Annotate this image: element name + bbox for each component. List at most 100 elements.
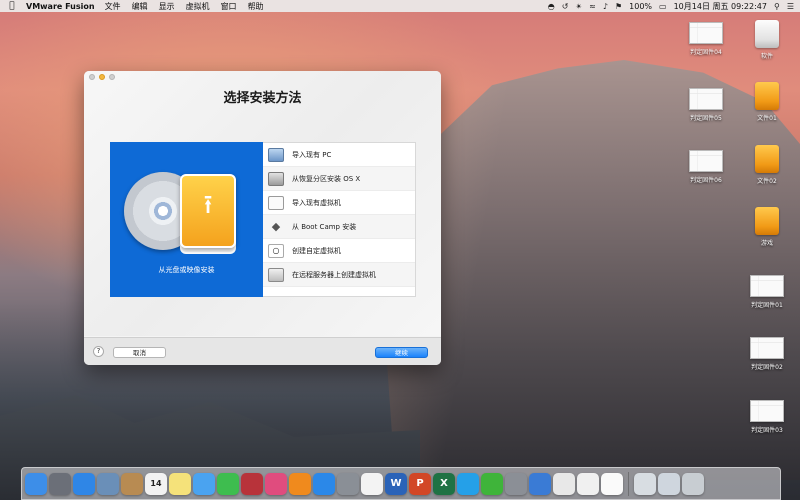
dock-powerpoint-icon[interactable]: P — [409, 472, 431, 495]
battery-icon[interactable]: ▭ — [659, 2, 667, 11]
dock-word-icon[interactable]: W — [385, 472, 407, 495]
dock-script-editor-icon[interactable] — [553, 472, 575, 495]
option-label: 从恢复分区安装 OS X — [292, 174, 361, 183]
desktop-file-icon[interactable]: 判定固件05 — [682, 88, 730, 122]
minimize-button[interactable] — [99, 74, 105, 80]
dock-calendar-icon[interactable]: 14 — [145, 472, 167, 495]
option-remote-server[interactable]: 在远程服务器上创建虚拟机 — [263, 263, 415, 287]
option-custom-vm[interactable]: ○ 创建自定虚拟机 — [263, 239, 415, 263]
dock-trash-icon[interactable] — [682, 472, 704, 495]
document-thumbnail-icon — [689, 150, 723, 172]
menu-edit[interactable]: 编辑 — [132, 1, 148, 12]
dock-itunes-icon[interactable] — [265, 472, 287, 495]
clock[interactable]: 10月14日 周五 09:22:47 — [674, 1, 767, 12]
dock-system-preferences-icon[interactable] — [337, 472, 359, 495]
desktop-icon-label: 游戏 — [760, 240, 773, 247]
document-thumbnail-icon — [750, 337, 784, 359]
menu-file[interactable]: 文件 — [105, 1, 121, 12]
option-boot-camp[interactable]: ◆ 从 Boot Camp 安装 — [263, 215, 415, 239]
option-label: 创建自定虚拟机 — [292, 246, 341, 255]
dock-vmware-fusion-icon[interactable] — [505, 472, 527, 495]
desktop-file-icon[interactable]: 判定固件04 — [682, 22, 730, 56]
document-thumbnail-icon — [689, 88, 723, 110]
bluetooth-icon[interactable]: ✴ — [575, 2, 582, 11]
dock-notes-icon[interactable] — [169, 472, 191, 495]
spotlight-icon[interactable]: ⚲ — [774, 2, 780, 11]
cancel-button[interactable]: 取消 — [113, 347, 166, 358]
dock-preview-icon[interactable] — [97, 472, 119, 495]
help-button[interactable]: ? — [93, 346, 104, 357]
dock-excel-icon[interactable]: X — [433, 472, 455, 495]
continue-button[interactable]: 继续 — [375, 347, 428, 358]
menu-bar:  VMware Fusion 文件 编辑 显示 虚拟机 窗口 帮助 ◓ ↺ ✴… — [0, 0, 800, 12]
dock-finder-icon[interactable] — [25, 472, 47, 495]
dock-app-store-icon[interactable] — [313, 472, 335, 495]
dock-wechat-icon[interactable] — [481, 472, 503, 495]
battery-percent[interactable]: 100% — [629, 2, 652, 11]
titlebar — [84, 71, 441, 83]
desktop-file-icon[interactable]: 判定固件01 — [743, 275, 791, 309]
dock-network-utility-icon[interactable] — [529, 472, 551, 495]
option-install-from-recovery[interactable]: 从恢复分区安装 OS X — [263, 167, 415, 191]
desktop-drive-icon[interactable]: 软件 — [743, 20, 791, 60]
dock-safari-icon[interactable] — [73, 472, 95, 495]
server-icon — [268, 267, 284, 282]
time-machine-icon[interactable]: ↺ — [562, 2, 569, 11]
desktop-file-icon[interactable]: 判定固件06 — [682, 150, 730, 184]
desktop-icon-label: 判定固件06 — [690, 177, 722, 184]
dialog-title: 选择安装方法 — [223, 91, 302, 106]
volume-icon[interactable]: ♪ — [603, 2, 608, 11]
install-options-list: 导入现有 PC 从恢复分区安装 OS X 导入现有虚拟机 ◆ 从 Boot Ca… — [263, 142, 416, 297]
status-area: ◓ ↺ ✴ ≈ ♪ ⚑ 100% ▭ 10月14日 周五 09:22:47 ⚲ … — [548, 1, 794, 12]
install-from-disc-label: 从光盘或映像安装 — [158, 266, 215, 274]
hard-drive-icon — [755, 20, 779, 48]
disc-icon: ○ — [268, 243, 284, 258]
option-label: 导入现有虚拟机 — [292, 198, 341, 207]
dock-screenshot-icon[interactable] — [634, 472, 656, 495]
document-thumbnail-icon — [750, 275, 784, 297]
option-label: 从 Boot Camp 安装 — [292, 222, 357, 231]
vmware-status-icon[interactable]: ◓ — [548, 2, 555, 11]
menu-window[interactable]: 窗口 — [221, 1, 237, 12]
desktop-icon-label: 判定固件03 — [751, 427, 783, 434]
option-import-vm[interactable]: 导入现有虚拟机 — [263, 191, 415, 215]
dock-ibooks-icon[interactable] — [289, 472, 311, 495]
apple-menu-icon[interactable]:  — [6, 1, 18, 11]
flag-input-icon[interactable]: ⚑ — [615, 2, 622, 11]
desktop-drive-icon[interactable]: 文件02 — [743, 145, 791, 185]
dock-qq-icon[interactable] — [457, 472, 479, 495]
menu-vm[interactable]: 虚拟机 — [186, 1, 210, 12]
dock-separator — [628, 471, 629, 496]
dialog-footer: ? 取消 继续 — [84, 337, 441, 365]
zoom-button[interactable] — [109, 74, 115, 80]
menu-help[interactable]: 帮助 — [248, 1, 264, 12]
dock-launchpad-icon[interactable] — [49, 472, 71, 495]
dock-photos-icon[interactable] — [361, 472, 383, 495]
notification-center-icon[interactable]: ☰ — [787, 2, 794, 11]
menu-view[interactable]: 显示 — [159, 1, 175, 12]
desktop-icon-label: 判定固件02 — [751, 364, 783, 371]
dock-document-icon[interactable] — [601, 472, 623, 495]
desktop-icon-label: 文件02 — [757, 178, 777, 185]
dock-facetime-icon[interactable] — [217, 472, 239, 495]
desktop-file-icon[interactable]: 判定固件02 — [743, 337, 791, 371]
dock-texteditor-icon[interactable] — [577, 472, 599, 495]
desktop-icon-label: 软件 — [760, 53, 773, 60]
app-menu[interactable]: VMware Fusion — [26, 2, 95, 11]
install-method-dialog: 选择安装方法 ⭱ 从光盘或映像安装 导入现有 PC 从恢复分区安装 OS X 导… — [84, 71, 441, 365]
wifi-icon[interactable]: ≈ — [589, 2, 596, 11]
desktop-drive-icon[interactable]: 文件01 — [743, 82, 791, 122]
desktop-icon-label: 判定固件01 — [751, 302, 783, 309]
option-label: 在远程服务器上创建虚拟机 — [292, 270, 376, 279]
desktop-icon-label: 文件01 — [757, 115, 777, 122]
dock-downloads-icon[interactable] — [658, 472, 680, 495]
install-from-disc-option[interactable]: ⭱ 从光盘或映像安装 — [110, 142, 263, 297]
dock-messages-icon[interactable] — [193, 472, 215, 495]
dock-contacts-icon[interactable] — [121, 472, 143, 495]
close-button[interactable] — [89, 74, 95, 80]
dock-photo-booth-icon[interactable] — [241, 472, 263, 495]
option-import-pc[interactable]: 导入现有 PC — [263, 143, 415, 167]
document-thumbnail-icon — [750, 400, 784, 422]
desktop-drive-icon[interactable]: 游戏 — [743, 207, 791, 247]
desktop-file-icon[interactable]: 判定固件03 — [743, 400, 791, 434]
